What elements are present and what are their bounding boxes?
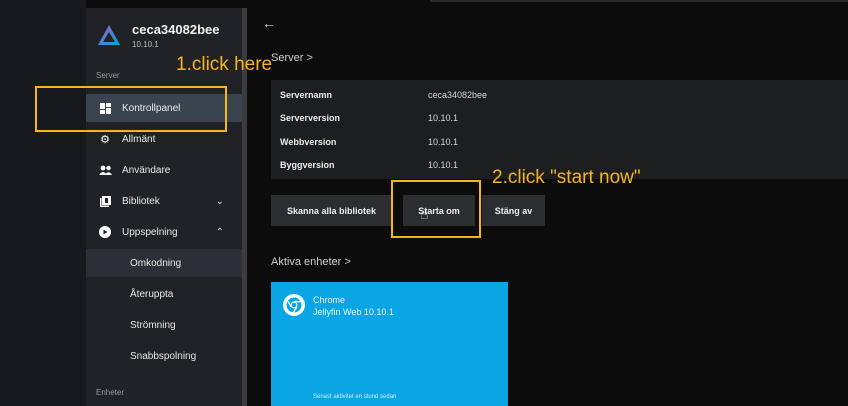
info-value: 10.10.1 [428,160,459,170]
device-last-activity: Senast aktivitet en stund sedan [313,394,397,400]
active-devices-heading[interactable]: Aktiva enheter > [271,256,351,268]
jellyfin-logo-icon [98,24,120,45]
device-name: Chrome [313,295,346,305]
sidebar-item-anvandare[interactable]: Användare [86,156,242,184]
server-info-panel: Servernamn ceca34082bee Serverversion 10… [271,80,848,179]
sidebar-item-uppspelning[interactable]: Uppspelning ⌃ [86,218,242,246]
info-key: Byggversion [280,160,335,170]
scan-all-libraries-button[interactable]: Skanna alla bibliotek [271,195,392,226]
info-key: Serverversion [280,113,341,123]
gear-icon: ⚙ [100,133,110,146]
sidebar-item-label: Allmänt [122,133,156,145]
section-label-devices: Enheter [96,388,125,397]
device-client: Jellyfin Web 10.10.1 [313,307,394,317]
back-arrow-icon[interactable]: ← [262,15,276,31]
sidebar-item-bibliotek[interactable]: Bibliotek ⌄ [86,187,242,215]
sidebar-item-label: Uppspelning [122,226,178,238]
brand[interactable]: ceca34082bee 10.10.1 [96,22,219,49]
sidebar-subitem-omkodning[interactable]: Omkodning [86,249,242,277]
info-value: 10.10.1 [428,137,459,147]
shutdown-button[interactable]: Stäng av [482,195,545,226]
sidebar-item-label: Bibliotek [122,195,160,207]
annotation-box-step1 [35,86,227,132]
info-value: 10.10.1 [428,113,459,123]
device-card[interactable]: Chrome Jellyfin Web 10.10.1 Senast aktiv… [271,282,508,406]
info-value: ceca34082bee [428,90,488,100]
section-label-server: Server [96,71,120,80]
chevron-down-icon[interactable]: ⌄ [216,196,224,207]
library-icon [98,194,112,208]
annotation-box-step2 [391,180,481,238]
sidebar-subitem-snabbspolning[interactable]: Snabbspolning [86,342,242,370]
annotation-step2: 2.click "start now" [492,167,641,188]
info-key: Webbversion [280,137,337,147]
left-strip [0,0,86,406]
server-version: 10.10.1 [132,40,159,49]
header-divider [430,0,848,2]
sidebar-item-label: Användare [122,164,171,176]
sidebar-subitem-ateruppta[interactable]: Återuppta [86,280,242,308]
sidebar-subitem-stromning[interactable]: Strömning [86,311,242,339]
server-name: ceca34082bee [132,22,220,37]
play-circle-icon [98,225,112,239]
chevron-up-icon[interactable]: ⌃ [216,227,224,238]
info-key: Servernamn [280,90,333,100]
server-section-heading[interactable]: Server > [271,52,313,64]
annotation-step1: 1.click here [176,54,273,75]
chrome-icon [283,294,305,316]
users-icon [98,163,112,177]
